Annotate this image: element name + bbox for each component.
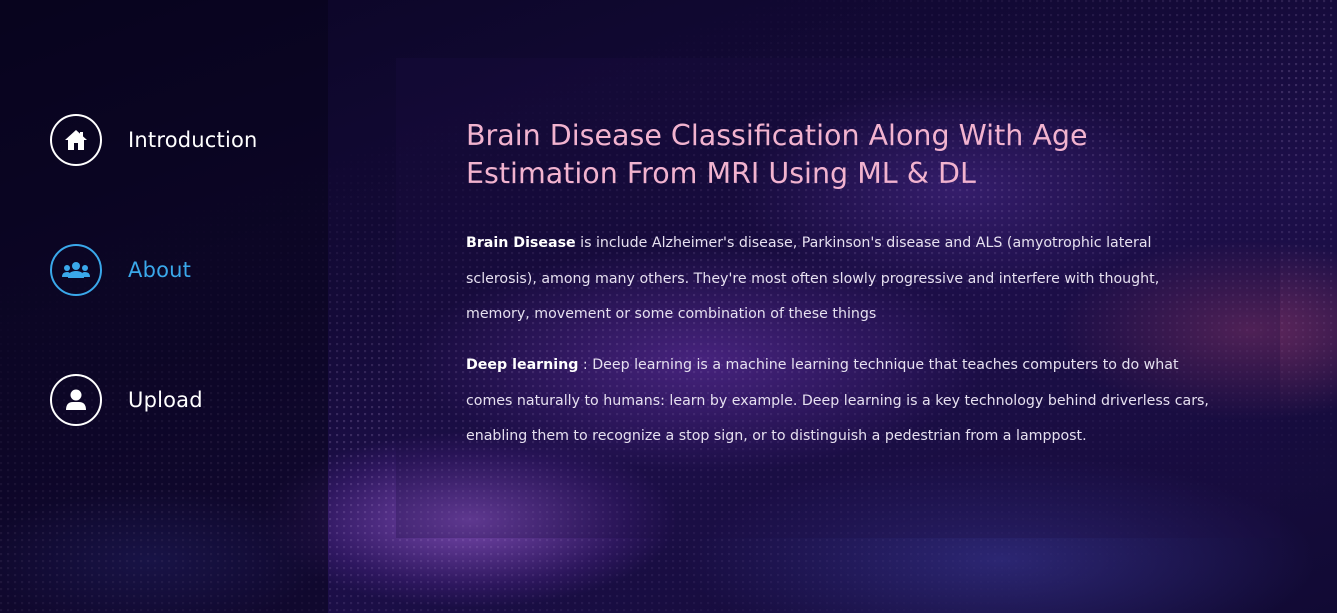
page-title: Brain Disease Classification Along With …	[466, 119, 1088, 190]
nav-label-about: About	[128, 258, 192, 282]
nav-label-introduction: Introduction	[128, 128, 258, 152]
paragraph-deep-learning: Deep learning : Deep learning is a machi…	[466, 348, 1226, 455]
user-icon-circle[interactable]	[50, 374, 102, 426]
nav-item-introduction[interactable]: Introduction	[50, 112, 258, 168]
nav-label-upload: Upload	[128, 388, 203, 412]
paragraph-brain-disease: Brain Disease is include Alzheimer's dis…	[466, 226, 1226, 333]
users-icon	[62, 262, 90, 278]
user-icon	[66, 389, 86, 410]
users-icon-circle[interactable]	[50, 244, 102, 296]
text-deep-learning: : Deep learning is a machine learning te…	[466, 357, 1209, 444]
nav-item-about[interactable]: About	[50, 242, 191, 298]
term-brain-disease: Brain Disease	[466, 235, 576, 251]
term-deep-learning: Deep learning	[466, 357, 579, 373]
sidebar: Introduction About Upload	[0, 0, 328, 613]
home-icon-circle[interactable]	[50, 114, 102, 166]
home-icon	[65, 130, 87, 150]
nav-item-upload[interactable]: Upload	[50, 372, 203, 428]
